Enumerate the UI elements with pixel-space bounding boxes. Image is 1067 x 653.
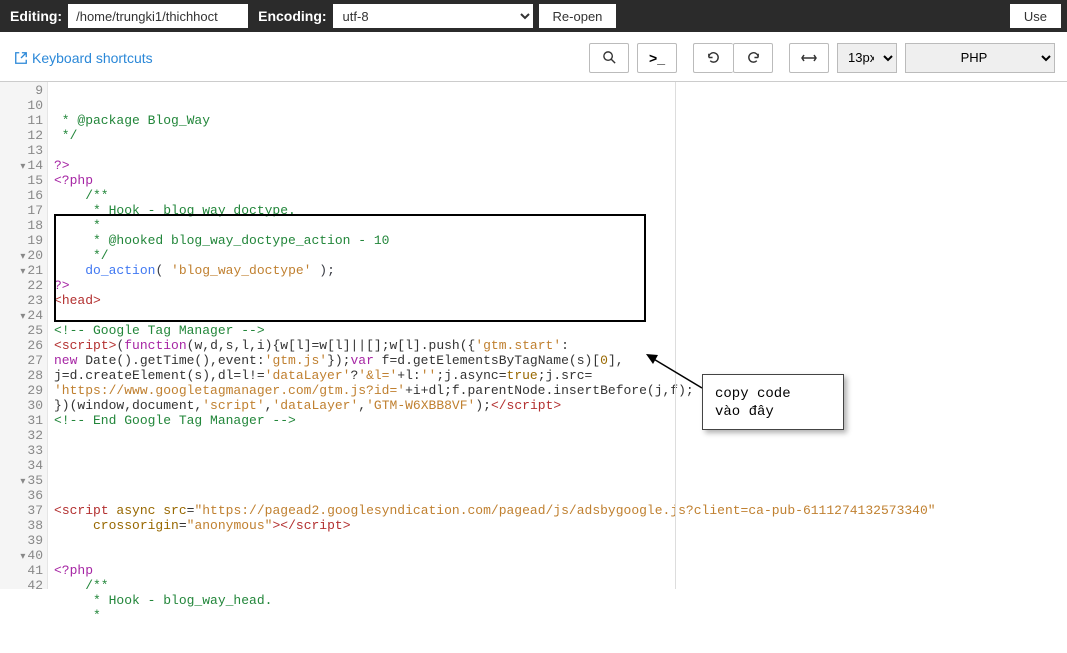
code-line[interactable]: */ [54, 128, 1067, 143]
redo-icon [746, 50, 761, 65]
code-line[interactable]: <?php [54, 173, 1067, 188]
annotation-text-line1: copy code [715, 385, 831, 403]
code-line[interactable]: do_action( 'blog_way_doctype' ); [54, 263, 1067, 278]
line-number-gutter: 9101112131415161718192021222324252627282… [0, 82, 48, 589]
code-line[interactable]: */ [54, 248, 1067, 263]
undo-icon [706, 50, 721, 65]
redo-button[interactable] [733, 43, 773, 73]
search-icon [602, 50, 617, 65]
editor-topbar: Editing: Encoding: utf-8 Re-open Use [0, 0, 1067, 32]
code-line[interactable]: ?> [54, 158, 1067, 173]
code-line[interactable]: <!-- Google Tag Manager --> [54, 323, 1067, 338]
code-line[interactable] [54, 488, 1067, 503]
terminal-icon: >_ [649, 50, 665, 66]
code-line[interactable]: * Hook - blog_way_head. [54, 593, 1067, 608]
keyboard-shortcuts-link[interactable]: Keyboard shortcuts [14, 50, 153, 66]
code-line[interactable] [54, 473, 1067, 488]
code-line[interactable]: * @package Blog_Way [54, 113, 1067, 128]
code-line[interactable]: new Date().getTime(),event:'gtm.js'});va… [54, 353, 1067, 368]
code-line[interactable]: j=d.createElement(s),dl=l!='dataLayer'?'… [54, 368, 1067, 383]
editor-toolbar: Keyboard shortcuts >_ 13px PHP [0, 32, 1067, 82]
code-line[interactable]: /** [54, 578, 1067, 593]
code-line[interactable]: <script>(function(w,d,s,l,i){w[l]=w[l]||… [54, 338, 1067, 353]
code-line[interactable] [54, 308, 1067, 323]
annotation-callout: copy code vào đây [702, 374, 844, 430]
code-editor[interactable]: 9101112131415161718192021222324252627282… [0, 82, 1067, 589]
external-link-icon [14, 51, 28, 65]
code-line[interactable]: * [54, 608, 1067, 623]
vertical-ruler [675, 82, 676, 589]
code-line[interactable]: <?php [54, 563, 1067, 578]
reopen-button[interactable]: Re-open [539, 4, 617, 28]
code-area[interactable]: * @package Blog_Way */?><?php /** * Hook… [48, 82, 1067, 589]
code-line[interactable]: crossorigin="anonymous"></script> [54, 518, 1067, 533]
code-line[interactable]: })(window,document,'script','dataLayer',… [54, 398, 1067, 413]
code-line[interactable]: * Hook - blog_way_doctype. [54, 203, 1067, 218]
code-line[interactable]: * @hooked blog_way_doctype_action - 10 [54, 233, 1067, 248]
fontsize-select[interactable]: 13px [837, 43, 897, 73]
language-select[interactable]: PHP [905, 43, 1055, 73]
file-path-input[interactable] [68, 4, 248, 28]
terminal-button[interactable]: >_ [637, 43, 677, 73]
code-line[interactable] [54, 533, 1067, 548]
code-line[interactable]: <script async src="https://pagead2.googl… [54, 503, 1067, 518]
encoding-select[interactable]: utf-8 [333, 4, 533, 28]
code-line[interactable]: 'https://www.googletagmanager.com/gtm.js… [54, 383, 1067, 398]
code-line[interactable] [54, 458, 1067, 473]
code-line[interactable] [54, 143, 1067, 158]
code-line[interactable]: <!-- End Google Tag Manager --> [54, 413, 1067, 428]
code-line[interactable]: * [54, 218, 1067, 233]
wrap-icon [801, 53, 817, 63]
code-line[interactable] [54, 428, 1067, 443]
keyboard-shortcuts-label: Keyboard shortcuts [32, 50, 153, 66]
code-line[interactable] [54, 548, 1067, 563]
code-line[interactable] [54, 443, 1067, 458]
undo-button[interactable] [693, 43, 733, 73]
editing-label: Editing: [0, 8, 68, 24]
code-line[interactable]: <head> [54, 293, 1067, 308]
use-button[interactable]: Use [1010, 4, 1061, 28]
annotation-text-line2: vào đây [715, 403, 831, 421]
search-button[interactable] [589, 43, 629, 73]
encoding-label: Encoding: [248, 8, 332, 24]
wrap-button[interactable] [789, 43, 829, 73]
code-line[interactable]: ?> [54, 278, 1067, 293]
code-line[interactable]: /** [54, 188, 1067, 203]
